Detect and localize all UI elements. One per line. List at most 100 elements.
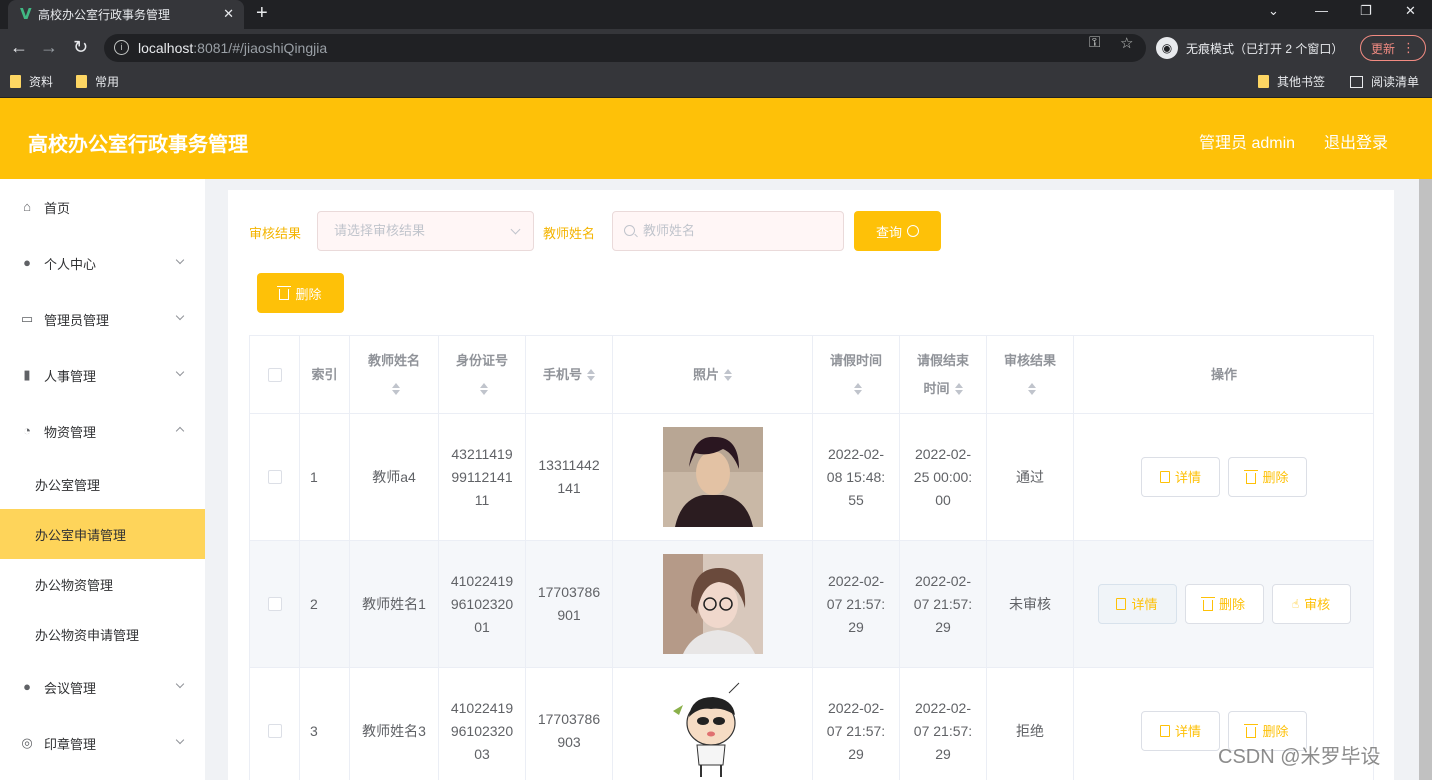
- sidebar-item-label: 管理员管理: [44, 312, 110, 328]
- compass-icon: ◔: [23, 423, 31, 438]
- folder-icon: [76, 75, 87, 88]
- detail-label: 详情: [1174, 723, 1201, 739]
- folder-icon: [1258, 75, 1269, 88]
- header-cell[interactable]: 手机号: [526, 336, 613, 413]
- sidebar-item-label: 会议管理: [44, 680, 97, 696]
- header-label: 手机号: [542, 366, 582, 382]
- sidebar-item-label: 物资管理: [44, 424, 97, 440]
- table-row: 2 教师姓名1 41022419 96102320 01 17703786 90…: [250, 541, 1373, 668]
- header-cell[interactable]: 请假结束时间: [900, 336, 987, 413]
- query-button[interactable]: 查询: [854, 211, 941, 251]
- logout-link[interactable]: 退出登录: [1324, 129, 1388, 153]
- sidebar-item-admins[interactable]: ▭ 管理员管理: [0, 291, 205, 347]
- batch-delete-label: 删除: [295, 286, 322, 302]
- photo-cell: [613, 541, 813, 667]
- delete-button[interactable]: 删除: [1228, 457, 1307, 497]
- detail-button[interactable]: 详情: [1141, 457, 1220, 497]
- result-select-placeholder: 请选择审核结果: [334, 223, 426, 238]
- review-button[interactable]: ☝ 审核: [1271, 584, 1351, 624]
- tab-search-chevron-icon[interactable]: ⌄: [1268, 3, 1279, 19]
- star-icon[interactable]: ☆: [1120, 34, 1133, 52]
- sidebar-item-meetings[interactable]: ● 会议管理: [0, 659, 205, 715]
- chevron-down-icon: [175, 311, 185, 321]
- sidebar-item-materials[interactable]: ◔ 物资管理: [0, 403, 205, 459]
- header-label: 审核结果: [1003, 352, 1056, 368]
- end-time-cell: 2022-02- 07 21:57: 29: [900, 668, 987, 780]
- new-tab-icon[interactable]: +: [256, 2, 268, 24]
- row-checkbox[interactable]: [267, 724, 282, 738]
- header-cell: 操作: [1074, 336, 1374, 413]
- header-cell[interactable]: 审核结果: [987, 336, 1074, 413]
- detail-button[interactable]: 详情: [1097, 584, 1177, 624]
- teacher-name-input[interactable]: 教师姓名: [612, 211, 844, 251]
- operations-cell: 详情 删除 ☝ 审核: [1074, 541, 1374, 667]
- reading-list[interactable]: 阅读清单: [1350, 73, 1419, 90]
- sort-icon[interactable]: [854, 383, 863, 396]
- chevron-down-icon: [175, 367, 185, 377]
- tab-close-icon[interactable]: ✕: [223, 6, 234, 22]
- menu-dots-icon[interactable]: ⋮: [1402, 40, 1415, 56]
- detail-button[interactable]: 详情: [1141, 711, 1220, 751]
- page-scrollbar[interactable]: [1419, 179, 1432, 780]
- sort-icon[interactable]: [480, 383, 489, 396]
- browser-tab[interactable]: V 高校办公室行政事务管理 ✕: [8, 0, 244, 29]
- result-select[interactable]: 请选择审核结果: [317, 211, 534, 251]
- other-bookmarks[interactable]: 其他书签: [1258, 73, 1325, 90]
- sidebar-item-home[interactable]: ⌂ 首页: [0, 179, 205, 235]
- bookmark-folder[interactable]: 资料: [10, 73, 53, 90]
- restore-icon[interactable]: ❐: [1360, 3, 1372, 19]
- sort-icon[interactable]: [954, 383, 963, 396]
- incognito-icon: ◉: [1156, 37, 1178, 59]
- photo-cell: [613, 668, 813, 780]
- operations-cell: 详情 删除: [1074, 414, 1374, 540]
- sidebar-item-personal[interactable]: ● 个人中心: [0, 235, 205, 291]
- header-label: 索引: [311, 366, 338, 382]
- reload-icon[interactable]: ↻: [73, 37, 88, 57]
- header-cell[interactable]: 身份证号: [439, 336, 526, 413]
- reading-list-icon: [1350, 75, 1363, 88]
- back-icon[interactable]: ←: [10, 37, 28, 57]
- app-title: 高校办公室行政事务管理: [28, 134, 248, 156]
- site-info-icon[interactable]: i: [114, 40, 129, 55]
- bookmark-label: 其他书签: [1277, 75, 1326, 89]
- row-select: [250, 414, 300, 540]
- detail-label: 详情: [1131, 596, 1158, 612]
- minimize-icon[interactable]: —: [1315, 3, 1328, 18]
- id-card-cell: 43211419 99112141 11: [439, 414, 526, 540]
- sidebar-subitem-supplies[interactable]: 办公物资管理: [0, 559, 205, 609]
- sidebar-subitem-office[interactable]: 办公室管理: [0, 459, 205, 509]
- document-icon: [1116, 598, 1127, 610]
- start-time-cell: 2022-02- 08 15:48: 55: [813, 414, 900, 540]
- sort-icon[interactable]: [392, 383, 401, 396]
- tab-title: 高校办公室行政事务管理: [38, 8, 171, 22]
- sort-icon[interactable]: [724, 368, 732, 381]
- sidebar-item-seals[interactable]: ◎ 印章管理: [0, 715, 205, 771]
- app-header: 高校办公室行政事务管理 管理员 admin 退出登录: [0, 98, 1432, 179]
- delete-button[interactable]: 删除: [1184, 584, 1264, 624]
- id-card-icon: ▭: [20, 311, 34, 326]
- forward-icon[interactable]: →: [40, 37, 58, 57]
- key-icon[interactable]: ⚿: [1089, 34, 1100, 51]
- row-checkbox[interactable]: [267, 470, 282, 484]
- sort-icon[interactable]: [587, 368, 595, 381]
- sidebar: ⌂ 首页 ● 个人中心 ▭ 管理员管理 ▮ 人事管理 ◔ 物资管理 办公室管理 …: [0, 179, 205, 780]
- batch-delete-button[interactable]: 删除: [257, 273, 344, 313]
- incognito-indicator[interactable]: ◉ 无痕模式（已打开 2 个窗口）: [1156, 35, 1343, 61]
- trash-icon: [1200, 596, 1215, 611]
- bookmark-folder[interactable]: 常用: [76, 73, 119, 90]
- url-input[interactable]: i localhost:8081/#/jiaoshiQingjia: [104, 34, 1146, 62]
- sidebar-item-hr[interactable]: ▮ 人事管理: [0, 347, 205, 403]
- window-close-icon[interactable]: ✕: [1405, 3, 1416, 19]
- update-button[interactable]: 更新 ⋮: [1360, 35, 1426, 61]
- header-cell[interactable]: 照片: [613, 336, 813, 413]
- sidebar-subitem-supplies-apply[interactable]: 办公物资申请管理: [0, 609, 205, 659]
- teacher-photo: [662, 681, 763, 780]
- sort-icon[interactable]: [1028, 383, 1037, 396]
- document-icon: [1159, 471, 1170, 483]
- header-cell[interactable]: 教师姓名: [350, 336, 439, 413]
- browser-tabbar: V 高校办公室行政事务管理 ✕ + ⌄ — ❐ ✕: [0, 0, 1432, 29]
- header-cell[interactable]: 请假时间: [813, 336, 900, 413]
- select-all-checkbox[interactable]: [267, 367, 282, 382]
- sidebar-subitem-office-apply[interactable]: 办公室申请管理: [0, 509, 205, 559]
- row-checkbox[interactable]: [267, 597, 282, 611]
